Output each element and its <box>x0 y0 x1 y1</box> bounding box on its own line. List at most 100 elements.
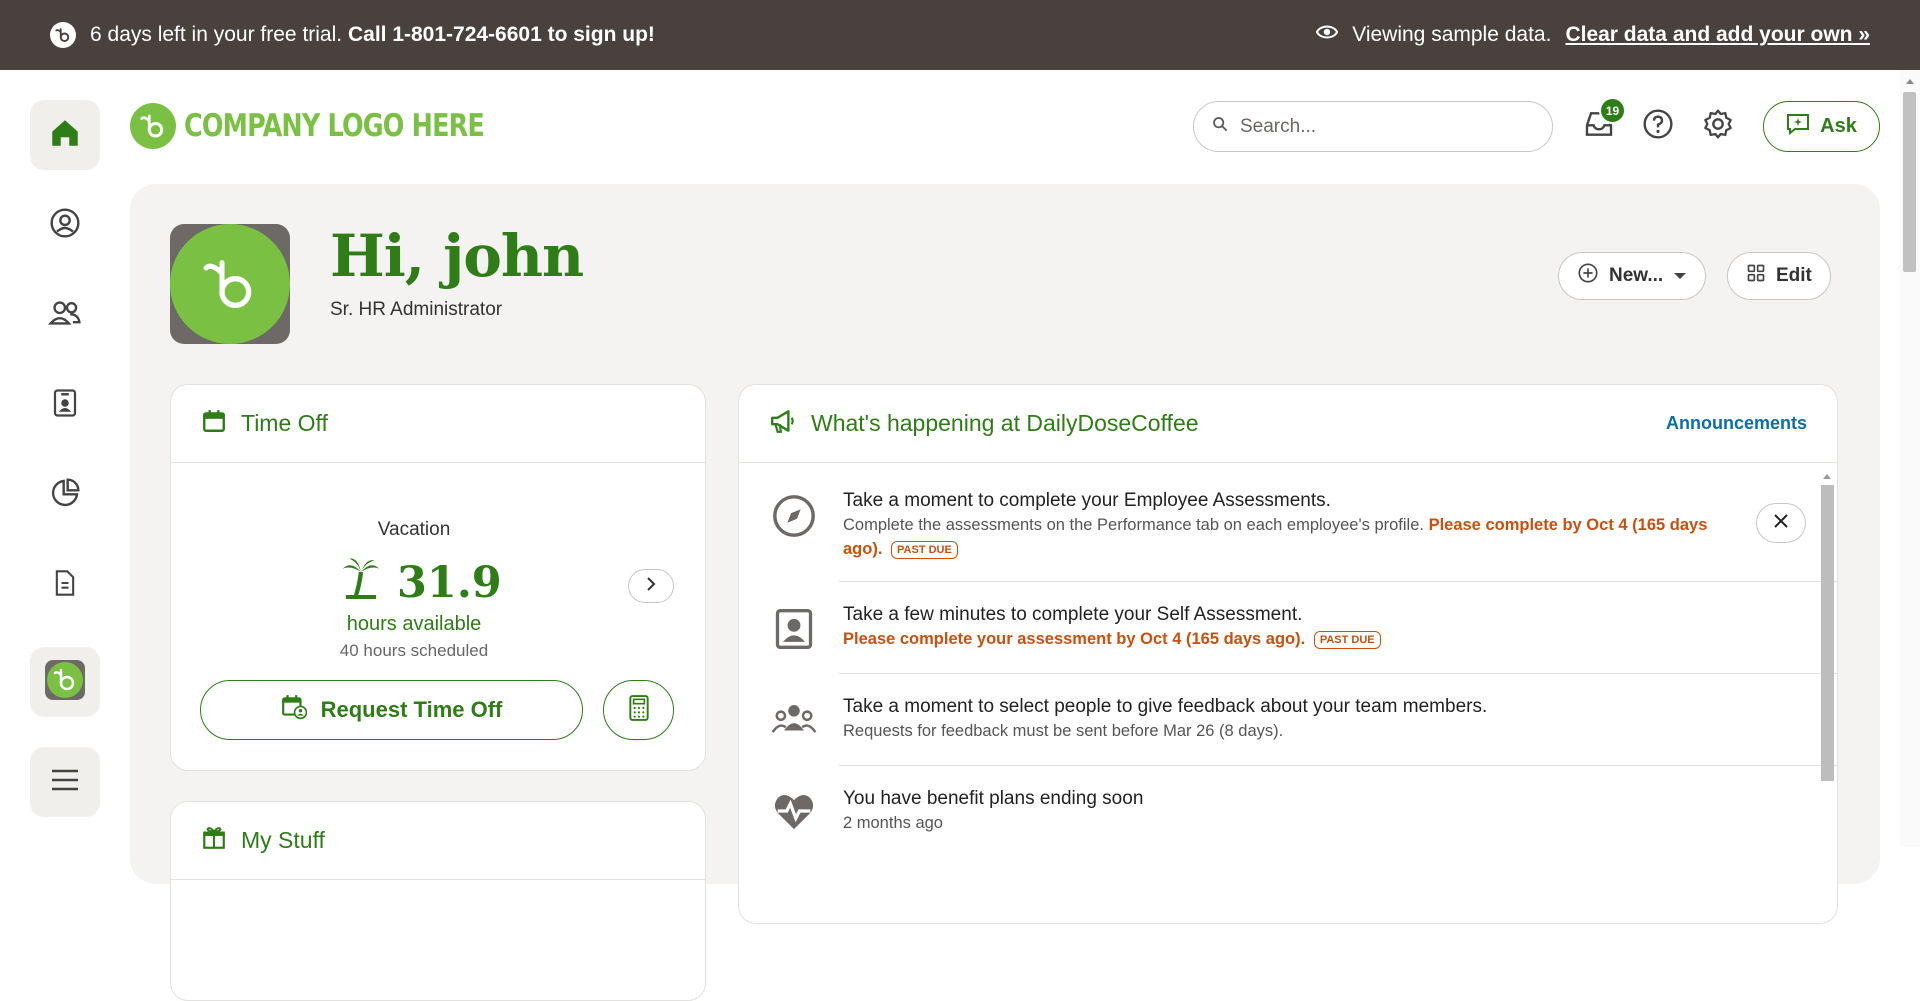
nav-company[interactable] <box>30 647 100 717</box>
trial-text: 6 days left in your free trial. Call 1-8… <box>90 23 655 46</box>
grid-icon <box>1746 263 1766 289</box>
whats-happening-title: What's happening at DailyDoseCoffee <box>811 410 1199 436</box>
whats-happening-header: What's happening at DailyDoseCoffee Anno… <box>739 385 1837 463</box>
feed-item-title: Take a few minutes to complete your Self… <box>843 604 1303 625</box>
nav-files[interactable] <box>30 550 100 620</box>
nav-directory[interactable] <box>30 370 100 440</box>
divider <box>839 581 1837 582</box>
dismiss-button[interactable] <box>1756 503 1806 543</box>
feed-item-text: You have benefit plans ending soon 2 mon… <box>843 787 1743 835</box>
avatar[interactable] <box>170 224 290 344</box>
my-stuff-title: My Stuff <box>241 827 325 853</box>
feed-item-text: Take a few minutes to complete your Self… <box>843 603 1743 651</box>
whats-happening-card: What's happening at DailyDoseCoffee Anno… <box>738 384 1838 924</box>
home-panel: Hi, john Sr. HR Administrator New... Edi… <box>130 184 1880 1001</box>
ask-ai-icon <box>1786 113 1810 141</box>
feed-item-title: Take a moment to select people to give f… <box>843 696 1488 717</box>
gift-icon <box>201 825 227 856</box>
left-nav-rail <box>0 70 130 847</box>
time-off-body: Vacation 31.9 hours available 40 hours s… <box>171 463 705 770</box>
page-scrollbar-thumb[interactable] <box>1903 92 1916 272</box>
profile-icon <box>49 207 81 244</box>
past-due-badge: PAST DUE <box>1313 630 1381 649</box>
trial-banner: 6 days left in your free trial. Call 1-8… <box>0 0 1920 70</box>
time-off-header: Time Off <box>171 385 705 463</box>
help-icon <box>1642 108 1674 145</box>
announcements-link[interactable]: Announcements <box>1666 413 1807 434</box>
clear-data-link[interactable]: Clear data and add your own » <box>1565 23 1870 47</box>
edit-label: Edit <box>1776 265 1812 286</box>
feed-item-feedback[interactable]: Take a moment to select people to give f… <box>769 695 1799 743</box>
time-off-balance: 31.9 <box>341 555 502 610</box>
time-off-type: Vacation <box>377 519 451 540</box>
feed-item-alert: Please complete your assessment by Oct 4… <box>843 630 1306 648</box>
portrait-icon <box>769 603 819 651</box>
time-off-card: Time Off Vacation 31.9 hours available 4… <box>170 384 706 771</box>
nav-reports[interactable] <box>30 460 100 530</box>
nav-home[interactable] <box>30 100 100 170</box>
compass-icon <box>769 489 819 561</box>
company-logo-icon <box>45 659 85 705</box>
request-time-off-label: Request Time Off <box>320 697 503 722</box>
time-off-hours: 31.9 <box>397 557 502 608</box>
bamboo-leaf-icon <box>130 103 176 149</box>
calendar-icon <box>201 408 227 439</box>
eye-icon <box>1315 21 1339 49</box>
calculator-button[interactable] <box>603 680 674 740</box>
close-icon <box>1774 513 1788 533</box>
job-title: Sr. HR Administrator <box>330 299 503 320</box>
ask-button[interactable]: Ask <box>1763 101 1880 152</box>
past-due-badge: PAST DUE <box>891 540 958 559</box>
inbox-button[interactable]: 19 <box>1578 97 1626 147</box>
search-icon <box>1212 116 1228 137</box>
nav-menu[interactable] <box>30 747 100 817</box>
nav-people[interactable] <box>30 280 100 350</box>
search-box[interactable] <box>1193 101 1553 152</box>
plus-circle-icon <box>1577 262 1599 290</box>
megaphone-icon <box>769 408 797 439</box>
help-button[interactable] <box>1637 105 1679 147</box>
badge-card-icon <box>50 387 80 424</box>
feed-item-title: You have benefit plans ending soon <box>843 788 1144 809</box>
ask-label: Ask <box>1820 115 1857 137</box>
request-time-off-button[interactable]: Request Time Off <box>200 680 583 740</box>
document-icon <box>51 567 79 604</box>
scroll-up-arrow-icon[interactable] <box>1904 76 1916 86</box>
divider <box>839 673 1837 674</box>
calendar-person-icon <box>281 694 307 726</box>
divider <box>839 765 1837 766</box>
announcement-feed: Take a moment to complete your Employee … <box>739 463 1837 863</box>
feed-item-description: Requests for feedback must be sent befor… <box>843 722 1284 740</box>
greeting-title: Hi, john <box>330 222 584 290</box>
edit-layout-button[interactable]: Edit <box>1727 252 1831 300</box>
feed-item-employee-assessments[interactable]: Take a moment to complete your Employee … <box>769 489 1799 561</box>
new-dropdown-button[interactable]: New... <box>1558 252 1707 300</box>
settings-button[interactable] <box>1697 105 1739 147</box>
trial-banner-right: Viewing sample data. Clear data and add … <box>1315 21 1870 49</box>
chevron-right-icon <box>645 576 657 596</box>
hamburger-menu-icon <box>50 768 80 797</box>
hours-available-label: hours available <box>346 613 482 635</box>
nav-my-info[interactable] <box>30 190 100 260</box>
feed-item-self-assessment[interactable]: Take a few minutes to complete your Self… <box>769 603 1799 651</box>
feed-scrollbar[interactable] <box>1818 467 1836 867</box>
caret-down-icon <box>1673 265 1687 287</box>
next-balance-button[interactable] <box>628 569 674 603</box>
inbox-count-badge: 19 <box>1599 97 1626 124</box>
search-input[interactable] <box>1240 115 1520 138</box>
gear-icon <box>1702 108 1734 145</box>
feed-item-benefit-plans[interactable]: You have benefit plans ending soon 2 mon… <box>769 787 1799 835</box>
trial-banner-left: 6 days left in your free trial. Call 1-8… <box>50 22 655 48</box>
my-stuff-header: My Stuff <box>171 802 705 880</box>
feed-item-description: 2 months ago <box>843 814 943 832</box>
feed-scrollbar-thumb[interactable] <box>1821 485 1834 781</box>
time-off-title: Time Off <box>241 410 328 436</box>
my-stuff-card: My Stuff <box>170 801 706 1001</box>
page-scrollbar[interactable] <box>1900 70 1920 847</box>
scroll-up-arrow-icon[interactable] <box>1821 471 1833 481</box>
heartbeat-icon <box>769 787 819 835</box>
feed-item-text: Take a moment to complete your Employee … <box>843 489 1743 561</box>
feed-item-text: Take a moment to select people to give f… <box>843 695 1743 743</box>
company-logo[interactable]: COMPANY LOGO HERE <box>130 103 550 149</box>
avatar-logo-icon <box>170 224 290 344</box>
